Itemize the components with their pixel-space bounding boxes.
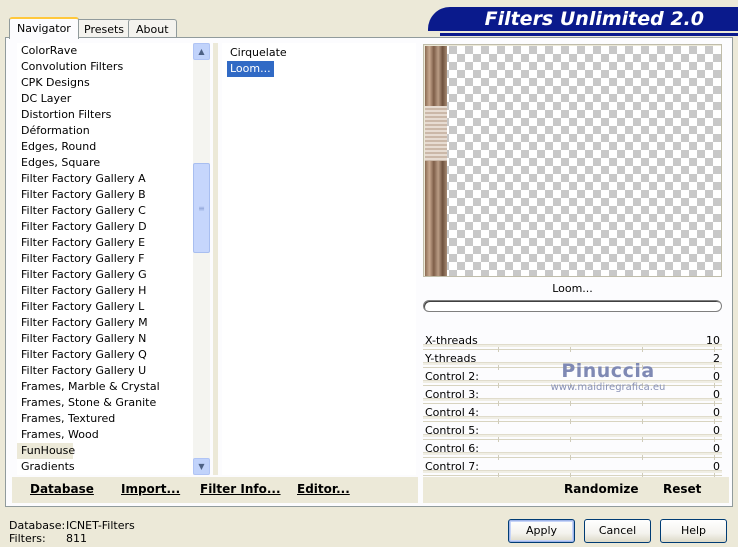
category-item[interactable]: Filter Factory Gallery H bbox=[17, 283, 193, 299]
status-database-label: Database: bbox=[9, 519, 66, 532]
randomize-button[interactable]: Randomize bbox=[564, 482, 638, 496]
tab-navigator[interactable]: Navigator bbox=[9, 17, 79, 39]
control-value: 0 bbox=[713, 442, 720, 455]
status-database-value: ICNET-Filters bbox=[66, 519, 135, 532]
status-filters-label: Filters: bbox=[9, 532, 46, 545]
control-label: Control 6: bbox=[425, 442, 479, 455]
scroll-up-button[interactable]: ▲ bbox=[193, 43, 210, 60]
category-item[interactable]: Filter Factory Gallery Q bbox=[17, 347, 193, 363]
tab-presets[interactable]: Presets bbox=[76, 19, 133, 39]
cancel-button[interactable]: Cancel bbox=[584, 519, 651, 543]
category-item[interactable]: Distortion Filters bbox=[17, 107, 193, 123]
preview-canvas[interactable] bbox=[425, 46, 721, 276]
reset-button[interactable]: Reset bbox=[663, 482, 701, 496]
control-slider-row[interactable]: Control 2: 0 bbox=[423, 368, 722, 388]
category-item[interactable]: Filter Factory Gallery C bbox=[17, 203, 193, 219]
control-slider-row[interactable]: Control 6: 0 bbox=[423, 440, 722, 460]
status-filters-value: 811 bbox=[66, 532, 87, 545]
control-value: 0 bbox=[713, 370, 720, 383]
grip-icon: ≡ bbox=[198, 203, 205, 213]
category-item[interactable]: Gradients bbox=[17, 459, 193, 475]
control-label: Control 5: bbox=[425, 424, 479, 437]
category-item[interactable]: Déformation bbox=[17, 123, 193, 139]
control-label: Control 4: bbox=[425, 406, 479, 419]
control-slider-row[interactable]: Control 3: 0 bbox=[423, 386, 722, 406]
current-filter-name: Loom... bbox=[552, 282, 593, 295]
category-item[interactable]: Edges, Square bbox=[17, 155, 193, 171]
category-list[interactable]: ColorRave Convolution Filters CPK Designs D… bbox=[17, 43, 193, 475]
category-item[interactable]: CPK Designs bbox=[17, 75, 193, 91]
category-item[interactable]: ColorRave bbox=[17, 43, 193, 59]
category-item[interactable]: Frames, Marble & Crystal bbox=[17, 379, 193, 395]
category-item[interactable]: DC Layer bbox=[17, 91, 193, 107]
editor-button[interactable]: Editor... bbox=[297, 482, 350, 496]
controls-toolbar: Randomize Reset bbox=[423, 477, 729, 503]
category-item[interactable]: Filter Factory Gallery D bbox=[17, 219, 193, 235]
filter-controls: X-threads 10 Y-threads 2 Control 2: 0 Control … bbox=[423, 332, 722, 478]
filter-info-button[interactable]: Filter Info... bbox=[200, 482, 281, 496]
control-value: 0 bbox=[713, 424, 720, 437]
category-item[interactable]: Convolution Filters bbox=[17, 59, 193, 75]
category-item[interactable]: Filter Factory Gallery U bbox=[17, 363, 193, 379]
scroll-down-button[interactable]: ▼ bbox=[193, 458, 210, 475]
category-item[interactable]: Filter Factory Gallery F bbox=[17, 251, 193, 267]
category-scrollbar[interactable]: ▲ ≡ ▼ bbox=[193, 43, 210, 475]
scroll-thumb[interactable]: ≡ bbox=[193, 163, 210, 253]
control-slider-row[interactable]: Control 5: 0 bbox=[423, 422, 722, 442]
control-slider-row[interactable]: Control 7: 0 bbox=[423, 458, 722, 478]
filter-list[interactable]: Cirquelate Loom... bbox=[222, 43, 416, 475]
category-item[interactable]: Filter Factory Gallery E bbox=[17, 235, 193, 251]
banner-underline bbox=[440, 33, 738, 36]
category-item[interactable]: Filter Factory Gallery L bbox=[17, 299, 193, 315]
control-value: 0 bbox=[713, 388, 720, 401]
chevron-up-icon: ▲ bbox=[198, 47, 205, 56]
category-item[interactable]: FunHouse bbox=[17, 443, 75, 459]
app-title-banner: Filters Unlimited 2.0 bbox=[428, 7, 738, 31]
control-label: Control 2: bbox=[425, 370, 479, 383]
category-item[interactable]: Filter Factory Gallery M bbox=[17, 315, 193, 331]
category-item[interactable]: Frames, Stone & Granite bbox=[17, 395, 193, 411]
control-slider-row[interactable]: Y-threads 2 bbox=[423, 350, 722, 370]
category-item[interactable]: Frames, Textured bbox=[17, 411, 193, 427]
list-divider bbox=[213, 43, 218, 475]
filter-item-loom[interactable]: Loom... bbox=[227, 61, 274, 77]
category-item[interactable]: Edges, Round bbox=[17, 139, 193, 155]
status-database: Database: ICNET-Filters bbox=[9, 519, 135, 532]
preview-frame bbox=[423, 44, 722, 277]
filter-item-cirquelate[interactable]: Cirquelate bbox=[227, 45, 290, 61]
category-item[interactable]: Filter Factory Gallery N bbox=[17, 331, 193, 347]
control-slider-row[interactable]: X-threads 10 bbox=[423, 332, 722, 352]
control-slider-row[interactable]: Control 4: 0 bbox=[423, 404, 722, 424]
control-label: Y-threads bbox=[425, 352, 477, 365]
preview-image-strip bbox=[425, 46, 447, 276]
control-value: 0 bbox=[713, 460, 720, 473]
navigator-toolbar: Database Import... Filter Info... Editor… bbox=[12, 477, 418, 503]
status-filters: Filters: 811 bbox=[9, 532, 87, 545]
category-item[interactable]: Frames, Wood bbox=[17, 427, 193, 443]
chevron-down-icon: ▼ bbox=[198, 462, 205, 471]
import-button[interactable]: Import... bbox=[121, 482, 180, 496]
help-button[interactable]: Help bbox=[660, 519, 727, 543]
progress-bar bbox=[423, 300, 722, 312]
control-label: X-threads bbox=[425, 334, 478, 347]
tab-about[interactable]: About bbox=[128, 19, 177, 39]
control-value: 0 bbox=[713, 406, 720, 419]
control-value: 10 bbox=[706, 334, 720, 347]
category-item[interactable]: Filter Factory Gallery B bbox=[17, 187, 193, 203]
control-label: Control 3: bbox=[425, 388, 479, 401]
database-button[interactable]: Database bbox=[30, 482, 94, 496]
preview-image-highlight bbox=[425, 106, 447, 161]
control-value: 2 bbox=[713, 352, 720, 365]
category-item[interactable]: Filter Factory Gallery G bbox=[17, 267, 193, 283]
apply-button[interactable]: Apply bbox=[508, 519, 575, 543]
control-label: Control 7: bbox=[425, 460, 479, 473]
category-item[interactable]: Filter Factory Gallery A bbox=[17, 171, 193, 187]
